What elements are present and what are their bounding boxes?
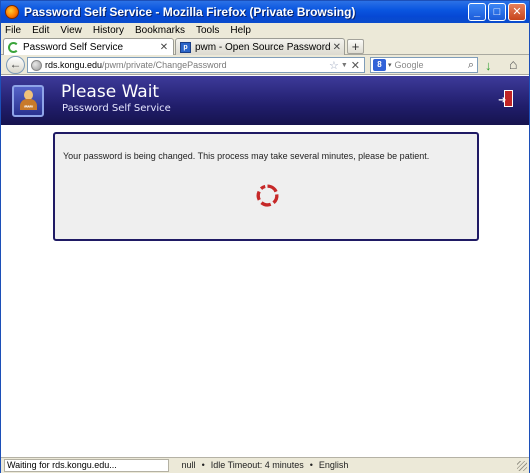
browser-window: Password Self Service - Mozilla Firefox … bbox=[0, 0, 530, 473]
url-path: /pwm/private/ChangePassword bbox=[102, 60, 227, 70]
wait-message-box: Your password is being changed. This pro… bbox=[53, 132, 479, 241]
tab-label: pwm - Open Source Password Self Servic..… bbox=[195, 41, 333, 53]
menu-file[interactable]: File bbox=[5, 25, 21, 36]
back-button[interactable]: ← bbox=[6, 56, 25, 74]
loading-spinner-icon bbox=[8, 42, 19, 53]
status-text: Waiting for rds.kongu.edu... bbox=[4, 459, 169, 472]
menu-help[interactable]: Help bbox=[230, 25, 251, 36]
menu-edit-label: Edit bbox=[32, 24, 50, 36]
download-icon[interactable]: ↓ bbox=[485, 58, 492, 73]
menu-view-label: View bbox=[60, 24, 82, 36]
url-bar[interactable]: rds.kongu.edu/pwm/private/ChangePassword… bbox=[27, 57, 365, 73]
menu-view[interactable]: View bbox=[60, 25, 82, 36]
window-controls: _ □ ✕ bbox=[468, 3, 526, 21]
new-tab-button[interactable]: + bbox=[347, 39, 364, 54]
menu-edit[interactable]: Edit bbox=[32, 25, 49, 36]
url-text[interactable]: rds.kongu.edu/pwm/private/ChangePassword bbox=[45, 60, 329, 70]
page-subtitle: Password Self Service bbox=[62, 103, 171, 114]
search-engine-dropdown-icon[interactable]: ▾ bbox=[388, 61, 392, 69]
menu-bookmarks-label: Bookmarks bbox=[134, 24, 185, 36]
menu-help-label: Help bbox=[230, 24, 251, 36]
menu-tools[interactable]: Tools bbox=[196, 25, 219, 36]
page-title: Please Wait bbox=[61, 82, 160, 102]
navigation-bar: ← rds.kongu.edu/pwm/private/ChangePasswo… bbox=[1, 55, 529, 75]
progress-spinner-icon bbox=[256, 184, 279, 207]
footer-separator: • bbox=[309, 460, 313, 470]
tab-password-self-service[interactable]: Password Self Service ✕ bbox=[3, 38, 174, 56]
logout-arrow: ➜ bbox=[498, 95, 507, 106]
url-host: rds.kongu.edu bbox=[45, 60, 103, 70]
footer-user: null bbox=[181, 460, 196, 470]
footer-locale[interactable]: English bbox=[319, 460, 349, 470]
firefox-logo-icon bbox=[5, 5, 19, 19]
footer-idle-timeout: Idle Timeout: 4 minutes bbox=[210, 460, 304, 470]
logout-icon[interactable]: ➜ bbox=[498, 90, 514, 108]
menu-history[interactable]: History bbox=[93, 25, 124, 36]
page-header: ***** Please Wait Password Self Service … bbox=[1, 76, 529, 125]
globe-icon bbox=[31, 59, 42, 71]
tab-pwm-project[interactable]: p pwm - Open Source Password Self Servic… bbox=[175, 38, 345, 55]
home-icon[interactable]: ⌂ bbox=[509, 56, 517, 72]
menu-bookmarks[interactable]: Bookmarks bbox=[135, 25, 185, 36]
tab-strip: Password Self Service ✕ p pwm - Open Sou… bbox=[1, 37, 529, 56]
status-bar: null • Idle Timeout: 4 minutes • English Wai… bbox=[1, 457, 529, 473]
search-icon[interactable]: ⌕ bbox=[468, 59, 474, 72]
tab-label: Password Self Service bbox=[23, 42, 124, 53]
footer-separator: • bbox=[201, 460, 205, 470]
resize-grip-icon[interactable] bbox=[517, 461, 527, 471]
wait-message: Your password is being changed. This pro… bbox=[63, 151, 430, 161]
stop-icon[interactable]: ✕ bbox=[351, 59, 360, 72]
tab-close-icon[interactable]: ✕ bbox=[333, 42, 341, 53]
menu-file-label: File bbox=[5, 24, 22, 36]
logo-password-dots: ***** bbox=[23, 105, 34, 112]
search-input[interactable]: Google bbox=[395, 60, 468, 70]
bookmark-star-icon[interactable]: ☆ bbox=[329, 59, 339, 72]
search-engine-icon[interactable]: 8 bbox=[373, 59, 386, 71]
window-title: Password Self Service - Mozilla Firefox … bbox=[24, 5, 356, 19]
maximize-button[interactable]: □ bbox=[488, 3, 506, 21]
minimize-button[interactable]: _ bbox=[468, 3, 486, 21]
menu-bar: File Edit View History Bookmarks Tools H… bbox=[1, 23, 529, 37]
tab-close-icon[interactable]: ✕ bbox=[158, 42, 170, 53]
password-user-logo-icon: ***** bbox=[12, 85, 44, 117]
menu-history-label: History bbox=[92, 24, 124, 36]
menu-tools-label: Tools bbox=[196, 24, 220, 36]
title-bar[interactable]: Password Self Service - Mozilla Firefox … bbox=[1, 1, 529, 23]
history-dropdown-icon[interactable]: ▼ bbox=[341, 62, 348, 69]
page-viewport: ***** Please Wait Password Self Service … bbox=[1, 76, 529, 457]
pwm-favicon-icon: p bbox=[180, 41, 191, 53]
close-button[interactable]: ✕ bbox=[508, 3, 526, 21]
search-bar[interactable]: 8 ▾ Google ⌕ bbox=[370, 57, 478, 73]
